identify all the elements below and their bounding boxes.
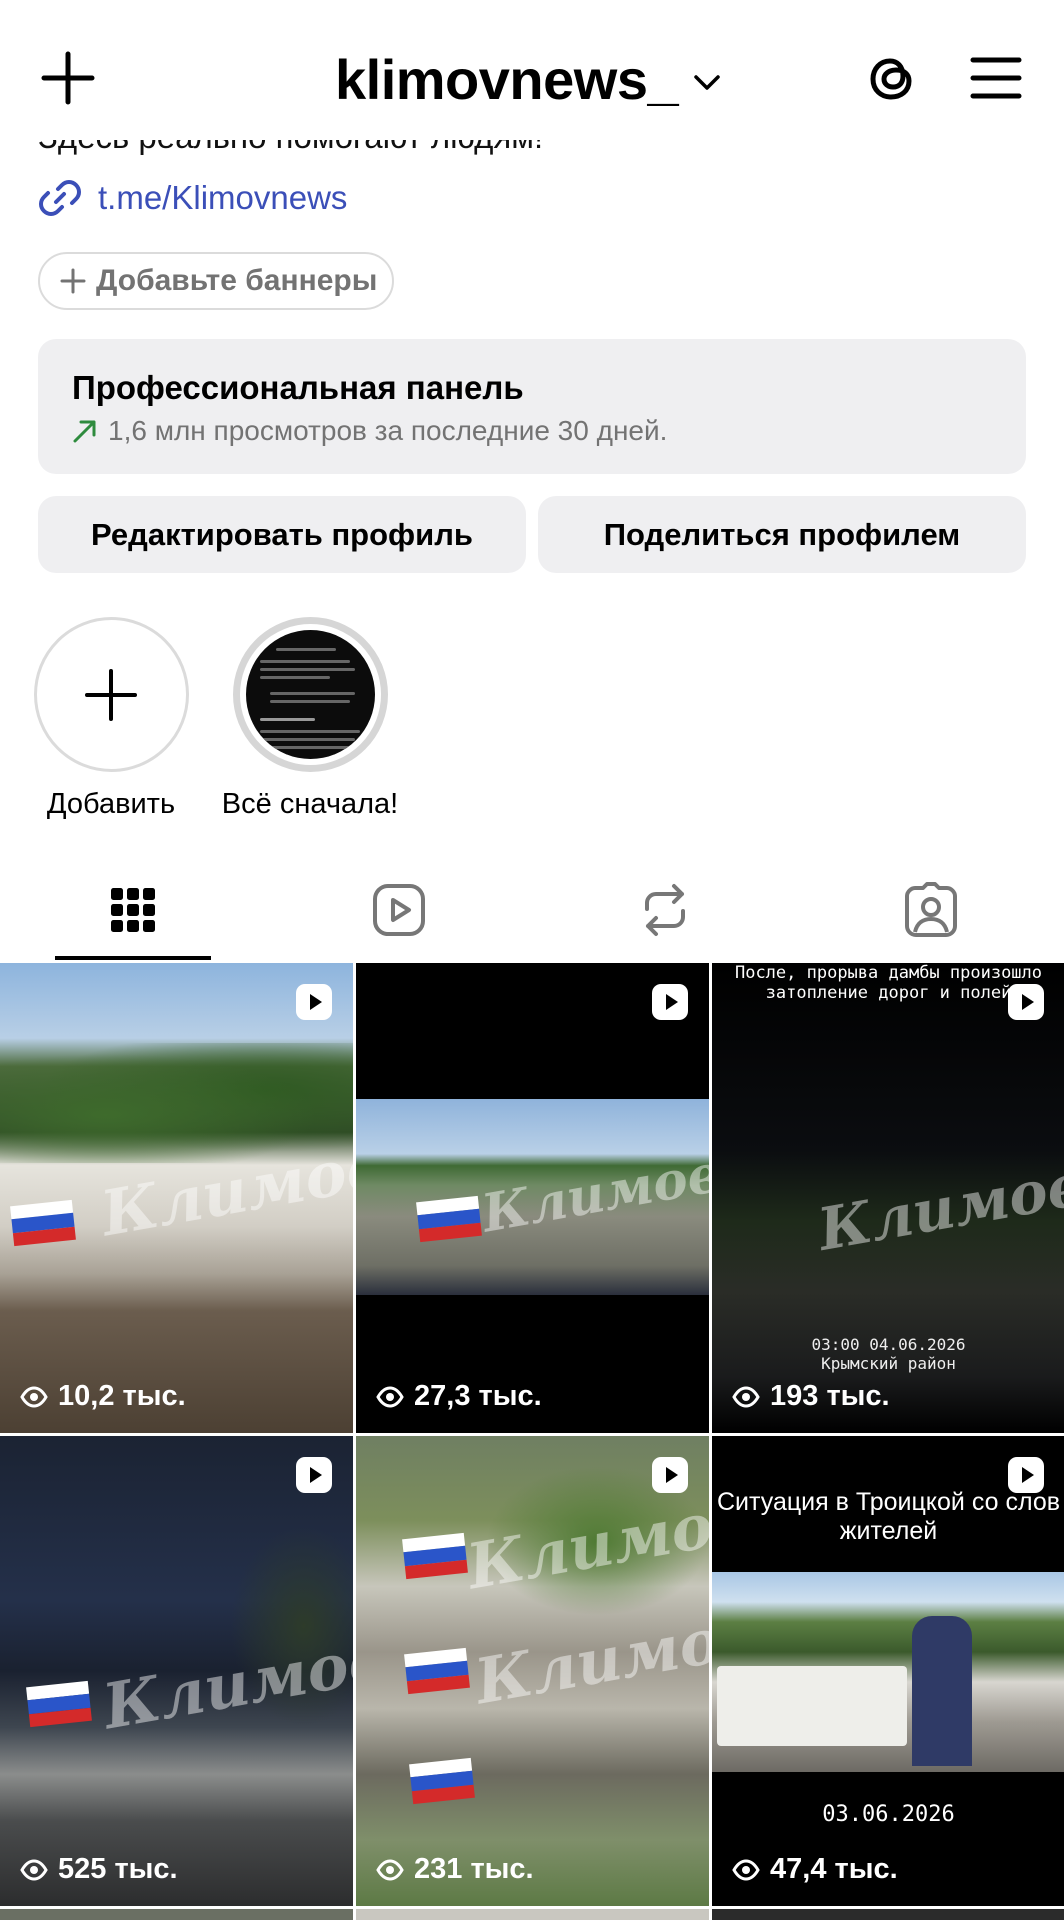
tab-reposts[interactable]	[587, 860, 743, 960]
highlight-label: Всё сначала!	[221, 788, 399, 820]
eye-icon	[732, 1858, 760, 1881]
reel-icon	[296, 1457, 332, 1493]
view-count: 27,3 тыс.	[376, 1380, 542, 1413]
menu-icon[interactable]	[970, 54, 1022, 102]
new-highlight-circle[interactable]	[33, 617, 189, 772]
highlight-restart[interactable]: Всё сначала!	[210, 617, 410, 821]
view-count: 10,2 тыс.	[20, 1380, 186, 1413]
reel-icon	[652, 984, 688, 1020]
threads-icon[interactable]	[862, 50, 920, 108]
flag-icon	[404, 1647, 470, 1695]
link-icon	[39, 180, 81, 216]
post-thumbnail[interactable]	[356, 1909, 709, 1920]
profile-tabs	[0, 860, 1064, 960]
share-profile-button[interactable]: Поделиться профилем	[538, 496, 1026, 573]
tab-reels[interactable]	[321, 860, 477, 960]
post-thumbnail[interactable]: Ситуация в Троицкой со слов жителей 03.0…	[712, 1436, 1064, 1906]
view-count: 231 тыс.	[376, 1853, 534, 1886]
add-banners-button[interactable]: Добавьте баннеры	[38, 252, 394, 310]
view-count-text: 47,4 тыс.	[770, 1853, 898, 1885]
reel-icon	[652, 1457, 688, 1493]
bio-link-text: t.me/Klimovnews	[98, 179, 348, 216]
highlight-label: Добавить	[46, 788, 176, 820]
post-thumbnail[interactable]: После, прорыва дамбы произошло затоплени…	[712, 963, 1064, 1433]
eye-icon	[20, 1858, 48, 1881]
create-plus-icon[interactable]	[40, 50, 96, 106]
pro-panel-subtitle: 1,6 млн просмотров за последние 30 дней.	[108, 415, 668, 446]
location-overlay: Крымский район	[821, 1354, 956, 1373]
timestamp-overlay: 03:00 04.06.2026	[811, 1335, 966, 1354]
bio-link[interactable]: t.me/Klimovnews	[38, 176, 347, 220]
tab-tagged[interactable]	[853, 860, 1009, 960]
edit-profile-button[interactable]: Редактировать профиль	[38, 496, 526, 573]
tagged-icon	[905, 882, 957, 937]
pro-panel-title: Профессиональная панель	[72, 369, 524, 406]
watermark-text: Климов	[813, 1150, 1064, 1264]
username-title: klimovnews_	[335, 47, 679, 111]
flag-icon	[402, 1532, 468, 1580]
grid-icon	[111, 888, 155, 932]
eye-icon	[20, 1385, 48, 1408]
reel-icon	[296, 984, 332, 1020]
highlight-add[interactable]: Добавить	[11, 617, 211, 821]
view-count: 193 тыс.	[732, 1380, 890, 1413]
reel-icon	[1008, 1457, 1044, 1493]
repost-icon	[645, 884, 685, 936]
reel-icon	[1008, 984, 1044, 1020]
top-bar: klimovnews_	[0, 0, 1064, 140]
reels-icon	[373, 884, 425, 936]
post-thumbnail[interactable]: Климов 525 тыс.	[0, 1436, 353, 1906]
chevron-down-icon	[694, 75, 720, 90]
pro-panel-stats: 1,6 млн просмотров за последние 30 дней.	[72, 415, 1026, 447]
account-switcher[interactable]: klimovnews_	[335, 44, 722, 114]
view-count-text: 231 тыс.	[414, 1853, 534, 1885]
post-date-overlay: 03.06.2026	[822, 1802, 955, 1827]
post-thumbnail[interactable]: Климов 10,2 тыс.	[0, 963, 353, 1433]
view-count-text: 193 тыс.	[770, 1380, 890, 1412]
trend-up-icon	[73, 420, 96, 443]
professional-dashboard[interactable]: Профессиональная панель 1,6 млн просмотр…	[38, 339, 1026, 474]
highlight-cover-image	[245, 630, 375, 759]
add-banners-label: Добавьте баннеры	[96, 264, 378, 297]
view-count-text: 525 тыс.	[58, 1853, 178, 1885]
eye-icon	[376, 1385, 404, 1408]
flag-icon	[416, 1195, 482, 1243]
post-thumbnail[interactable]: Климов Климов 231 тыс.	[356, 1436, 709, 1906]
plus-icon	[60, 268, 86, 294]
flag-icon	[10, 1199, 76, 1247]
post-thumbnail[interactable]: Климов 27,3 тыс.	[356, 963, 709, 1433]
post-thumbnail[interactable]	[0, 1909, 353, 1920]
plus-icon	[85, 668, 137, 721]
post-thumbnail[interactable]	[712, 1909, 1064, 1920]
view-count-text: 27,3 тыс.	[414, 1380, 542, 1412]
flag-icon	[26, 1680, 92, 1728]
view-count: 47,4 тыс.	[732, 1853, 898, 1886]
highlight-cover[interactable]	[232, 617, 388, 772]
tab-posts-grid[interactable]	[55, 860, 211, 960]
eye-icon	[732, 1385, 760, 1408]
view-count-text: 10,2 тыс.	[58, 1380, 186, 1412]
eye-icon	[376, 1858, 404, 1881]
flag-icon	[409, 1757, 475, 1805]
post-caption: Ситуация в Троицкой со слов жителей	[716, 1488, 1061, 1545]
view-count: 525 тыс.	[20, 1853, 178, 1886]
